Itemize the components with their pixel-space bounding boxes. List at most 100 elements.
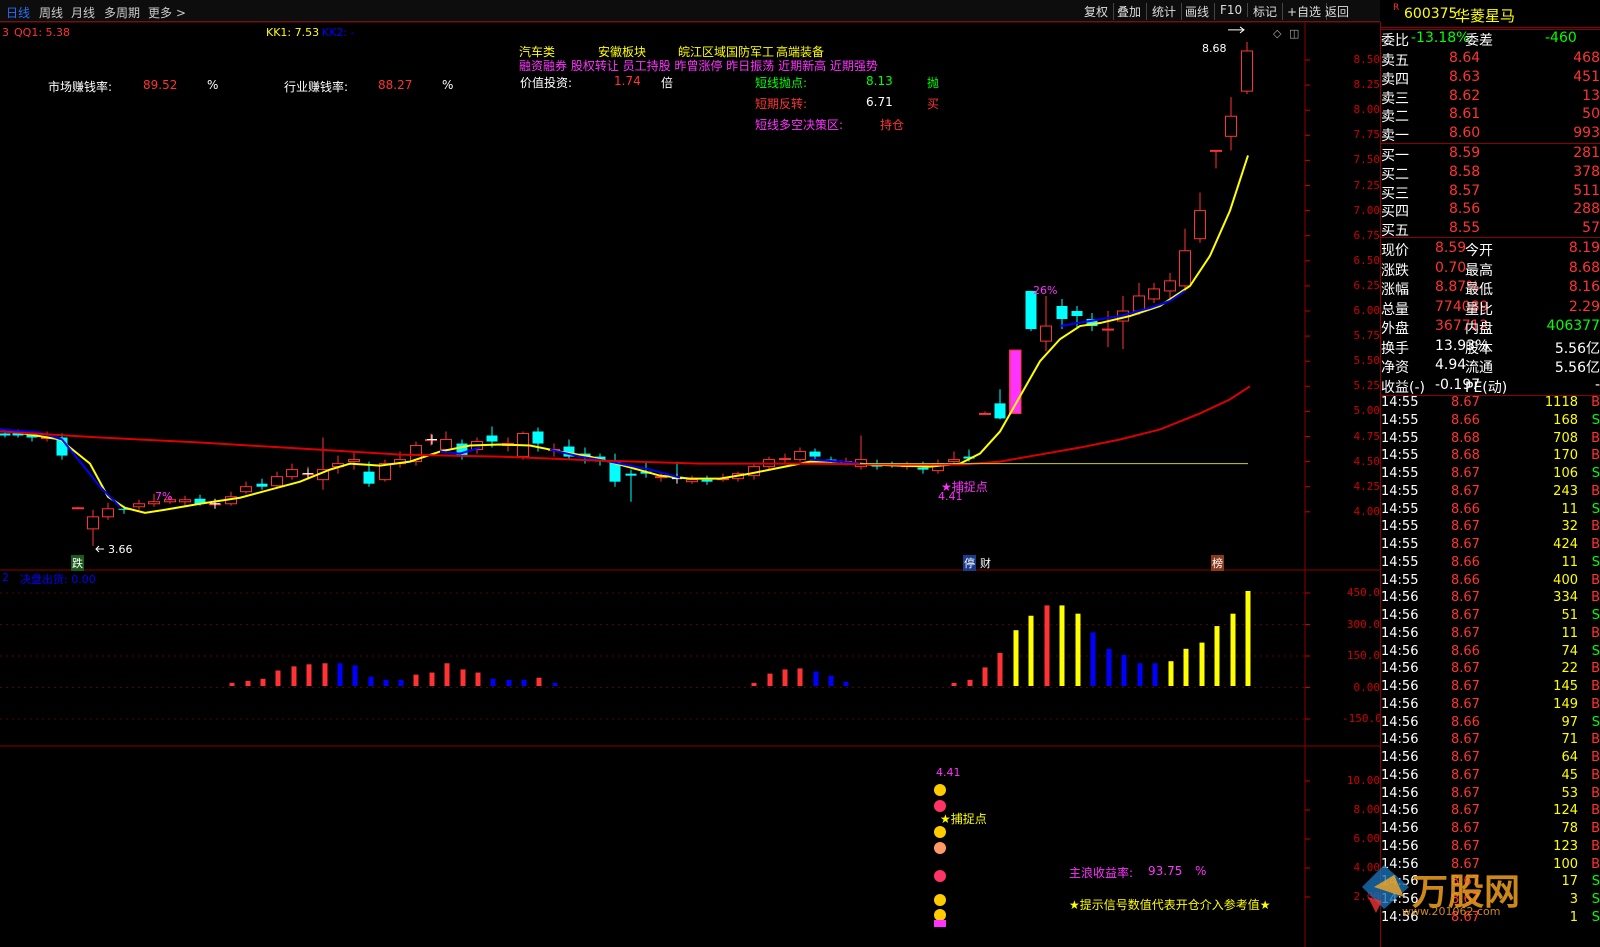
- stock-name[interactable]: 华菱星马: [1455, 5, 1515, 26]
- short-reversal-value: 6.71: [866, 95, 893, 109]
- tick-time: 14:55: [1381, 483, 1419, 499]
- quote-value: 0.70: [1435, 259, 1467, 276]
- tick-side: B: [1591, 803, 1600, 819]
- sub1-tick: 450.0: [1346, 586, 1380, 599]
- tick-price: 8.67: [1451, 625, 1480, 641]
- short-reversal-flag: 买: [927, 97, 940, 111]
- volume-bar: [552, 682, 558, 686]
- quote-row: 现价 8.59 今开 8.19: [1381, 240, 1600, 259]
- quote-row: 总量 774089 量比 2.29: [1381, 299, 1600, 318]
- quote-value: 8.68: [1568, 259, 1600, 276]
- candle-body: [779, 458, 791, 461]
- tick-time: 14:55: [1381, 572, 1419, 588]
- ask-price: 8.60: [1449, 125, 1481, 142]
- tick-volume: 123: [1553, 838, 1578, 854]
- sub2-value: 4.41: [936, 766, 961, 779]
- candle-body: [1225, 115, 1237, 137]
- tick-time: 14:55: [1381, 395, 1419, 410]
- tick-side: S: [1591, 608, 1600, 623]
- tick-side: B: [1591, 395, 1600, 410]
- kline-chart-canvas[interactable]: [0, 0, 1380, 947]
- volume-bar: [813, 671, 819, 686]
- sub2-catch-label: ★捕捉点: [940, 812, 987, 826]
- tick-price: 8.67: [1451, 696, 1480, 712]
- volume-bar: [429, 672, 435, 686]
- tick-time: 14:55: [1381, 501, 1419, 517]
- tick-side: B: [1591, 519, 1600, 535]
- bid-label: 买一: [1381, 148, 1409, 164]
- signal-emoji-icon: [934, 870, 946, 882]
- candle-body: [0, 433, 11, 436]
- tick-price: 8.66: [1451, 554, 1480, 570]
- tick-price: 8.66: [1451, 643, 1480, 659]
- main-wave-yield-value: 93.75: [1148, 864, 1183, 878]
- order-ratio-label: 委比: [1381, 33, 1409, 49]
- volume-bar: [1245, 590, 1251, 686]
- candle-body: [701, 479, 713, 482]
- tick-row: 14:56 8.67 64 B: [1381, 750, 1600, 768]
- tick-price: 8.67: [1451, 803, 1480, 819]
- kk1-label: KK1: 7.53: [266, 26, 320, 39]
- volume-bar: [291, 666, 297, 686]
- tick-side: B: [1591, 750, 1600, 765]
- tick-price: 8.66: [1451, 572, 1480, 588]
- price-tick: 8.25: [1353, 78, 1381, 92]
- short-sell-label: 短线抛点:: [755, 76, 808, 90]
- tick-row: 14:56 8.67 71 B: [1381, 732, 1600, 750]
- settings-icon[interactable]: ◇: [1273, 27, 1281, 40]
- low-price-label: 3.66: [108, 543, 133, 556]
- tick-price: 8.67: [1451, 785, 1480, 801]
- bid-volume: 281: [1573, 145, 1600, 161]
- candle-body: [1040, 325, 1052, 342]
- volume-bar: [1152, 663, 1158, 686]
- panel-toggle-icon[interactable]: ◫: [1289, 27, 1299, 40]
- candle-body: [348, 459, 360, 463]
- candle-body: [271, 476, 283, 487]
- tick-row: 14:56 8.67 22 B: [1381, 661, 1600, 679]
- tick-time: 14:56: [1381, 838, 1419, 854]
- volume-bar: [1090, 632, 1096, 686]
- ask-volume: 468: [1573, 50, 1600, 66]
- candle-body: [1241, 50, 1253, 92]
- value-invest-unit: 倍: [661, 76, 674, 90]
- pct26-label: 26%: [1033, 284, 1058, 297]
- tick-time: 14:56: [1381, 590, 1419, 606]
- price-tick: 4.75: [1353, 429, 1381, 443]
- volume-bar: [951, 682, 957, 686]
- tick-price: 8.67: [1451, 608, 1480, 623]
- ask-row: 卖五 8.64 468: [1381, 50, 1600, 69]
- candle-body: [1210, 149, 1222, 152]
- stock-code: 600375: [1404, 6, 1458, 22]
- bid-row: 买四 8.56 288: [1381, 201, 1600, 220]
- tick-row: 14:55 8.66 11 S: [1381, 555, 1600, 573]
- tick-row: 14:55 8.66 400 B: [1381, 573, 1600, 591]
- finance-badge: 财: [980, 557, 991, 570]
- candle-body: [240, 486, 252, 493]
- concept-tags: 融资融券 股权转让 员工持股 昨曾涨停 昨日振荡 近期新高 近期强势: [519, 59, 878, 73]
- industry-win-pct: %: [442, 78, 454, 92]
- tick-side: B: [1591, 590, 1600, 606]
- drop-badge: 跌: [71, 555, 84, 571]
- tick-side: B: [1591, 430, 1600, 446]
- tick-time: 14:56: [1381, 625, 1419, 641]
- tick-time: 14:55: [1381, 448, 1419, 464]
- candle-body: [256, 483, 268, 487]
- quote-label: 最低: [1465, 282, 1493, 298]
- tick-volume: 124: [1553, 803, 1578, 819]
- indicator-a: 3: [2, 26, 9, 39]
- tick-volume: 334: [1553, 590, 1578, 606]
- quote-label: 流通: [1465, 360, 1493, 376]
- tick-price: 8.66: [1451, 412, 1480, 428]
- sub1-index: 2: [2, 571, 9, 584]
- tick-volume: 64: [1561, 750, 1578, 765]
- price-tick: 7.50: [1353, 153, 1381, 167]
- quote-row: 涨幅 8.87% 最低 8.16: [1381, 279, 1600, 298]
- volume-bar: [843, 681, 849, 686]
- ask-price: 8.63: [1449, 68, 1481, 85]
- candle-body: [917, 467, 929, 470]
- price-tick: 7.75: [1353, 128, 1381, 142]
- bid-volume: 511: [1573, 182, 1600, 199]
- tick-time: 14:56: [1381, 696, 1419, 712]
- tick-time: 14:56: [1381, 785, 1419, 801]
- price-tick: 7.00: [1353, 203, 1381, 217]
